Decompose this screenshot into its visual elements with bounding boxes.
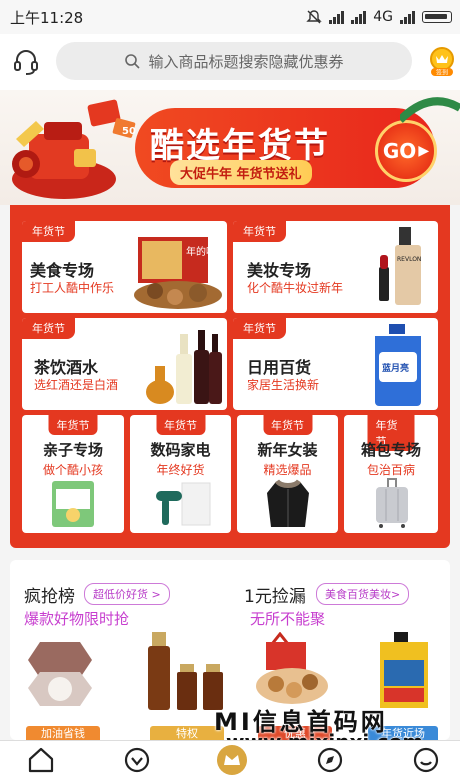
hair-dryer-image [156, 482, 211, 526]
nianhuo-tag: 年货节 [48, 415, 98, 435]
signal-icon [351, 10, 367, 24]
category-card-luggage[interactable]: 年货节 箱包专场 包治百病 [344, 415, 438, 533]
battery-icon [422, 11, 452, 23]
card-title: 茶饮酒水 [34, 358, 99, 377]
customer-service-icon[interactable] [12, 48, 40, 76]
card-subtitle: 年终好货 [156, 463, 205, 477]
checkin-coin-icon[interactable]: 签到 [428, 46, 456, 76]
card-title: 箱包专场 [360, 441, 421, 459]
bargain-title: 1元捡漏 [244, 587, 306, 607]
suitcase-image [376, 478, 408, 528]
go-label: GO [382, 139, 417, 163]
box-text: 年的味道 [186, 245, 224, 258]
nianhuo-tag: 年货节 [263, 415, 312, 435]
card-subtitle: 家居生活换新 [247, 378, 320, 392]
category-card-food[interactable]: 年货节 美食专场 打工人酷中作乐 年的味道 [22, 221, 227, 313]
gift-decoration-icon: 50 [12, 99, 136, 199]
search-placeholder: 输入商品标题搜索隐藏优惠券 [148, 52, 344, 71]
mute-icon [306, 10, 322, 24]
compass-icon[interactable] [316, 746, 344, 774]
category-card-kids[interactable]: 年货节 亲子专场 做个酷小孩 [22, 415, 124, 533]
category-card-beauty[interactable]: 年货节 美妆专场 化个酷牛妆过新年 REVLON [233, 221, 438, 313]
status-icons: 4G [306, 9, 452, 25]
nianhuo-tag: 年货节 [22, 318, 75, 339]
discover-heart-icon[interactable] [123, 746, 151, 774]
card-title: 亲子专场 [42, 441, 103, 459]
diaper-pack-image [52, 481, 94, 527]
nianhuo-tag: 年货节 [156, 415, 205, 435]
card-title: 美食专场 [30, 261, 95, 280]
card-subtitle: 做个酷小孩 [42, 463, 103, 477]
search-icon [125, 54, 141, 69]
search-input[interactable]: 输入商品标题搜索隐藏优惠券 [56, 42, 412, 80]
snack-basket-image[interactable] [252, 632, 332, 710]
foundation-lipstick-image: REVLON [379, 227, 421, 305]
rush-subtitle: 爆款好物限时抢 [24, 610, 130, 628]
card-title: 新年女装 [257, 441, 318, 459]
play-arrow-icon: ▶ [418, 143, 430, 159]
category-card-electronics[interactable]: 年货节 数码家电 年终好货 [130, 415, 231, 533]
bottom-tab-bar [0, 740, 460, 779]
clock: 上午11:28 [10, 8, 84, 27]
wine-bottles-image [146, 330, 222, 404]
rush-pill[interactable]: 超低价好货 > [84, 583, 170, 605]
nianhuo-tag: 年货节 [22, 221, 75, 242]
home-icon[interactable] [27, 746, 55, 774]
category-panel: 年货节 美食专场 打工人酷中作乐 年的味道 年货节 美妆专场 化个酷牛妆过新年 … [10, 205, 450, 548]
serum-bottles-image[interactable] [144, 630, 226, 712]
nianhuo-tag: 年货节 [233, 221, 286, 242]
category-card-drinks[interactable]: 年货节 茶饮酒水 选红酒还是白酒 [22, 318, 227, 410]
crown-icon[interactable] [216, 744, 248, 776]
category-card-daily[interactable]: 年货节 日用百货 家居生活换新 蓝月亮 [233, 318, 438, 410]
search-row: 输入商品标题搜索隐藏优惠券 签到 [0, 34, 460, 90]
bargain-subtitle: 无所不能聚 [250, 610, 326, 628]
card-subtitle: 精选爆品 [263, 463, 312, 477]
bargain-pill[interactable]: 美食百货美妆> [316, 583, 410, 605]
card-subtitle: 选红酒还是白酒 [34, 378, 119, 392]
powder-compact-image[interactable] [24, 636, 96, 712]
card-subtitle: 化个酷牛妆过新年 [247, 281, 344, 295]
category-card-womenswear[interactable]: 年货节 新年女装 精选爆品 [237, 415, 338, 533]
checkin-label: 签到 [436, 69, 448, 77]
promo-banner[interactable]: 50 酷选年货节 大促牛年 年货节送礼 GO ▶ [0, 90, 460, 205]
card-title: 数码家电 [150, 441, 211, 459]
banner-subtitle: 大促牛年 年货节送礼 [170, 160, 312, 185]
ribbon-decoration-icon [400, 97, 460, 123]
detergent-brand: 蓝月亮 [382, 362, 409, 374]
rush-title: 疯抢榜 [24, 587, 75, 607]
card-subtitle: 打工人酷中作乐 [30, 281, 115, 295]
bottle-text: REVLON [397, 256, 421, 263]
snack-gift-box-image: 年的味道 [134, 237, 224, 309]
deco-number: 50 [122, 126, 136, 137]
engine-oil-image[interactable] [374, 630, 434, 712]
card-subtitle: 包治百病 [366, 463, 415, 477]
detergent-bottle-image: 蓝月亮 [375, 324, 421, 406]
signal-icon [329, 10, 345, 24]
profile-icon[interactable] [412, 746, 440, 774]
card-title: 日用百货 [247, 358, 312, 377]
wifi-signal-icon [400, 10, 415, 24]
status-bar: 上午11:28 4G [0, 0, 460, 34]
nianhuo-tag: 年货节 [233, 318, 286, 339]
down-jacket-image [267, 479, 309, 527]
network-type: 4G [373, 9, 393, 25]
card-title: 美妆专场 [247, 261, 312, 280]
